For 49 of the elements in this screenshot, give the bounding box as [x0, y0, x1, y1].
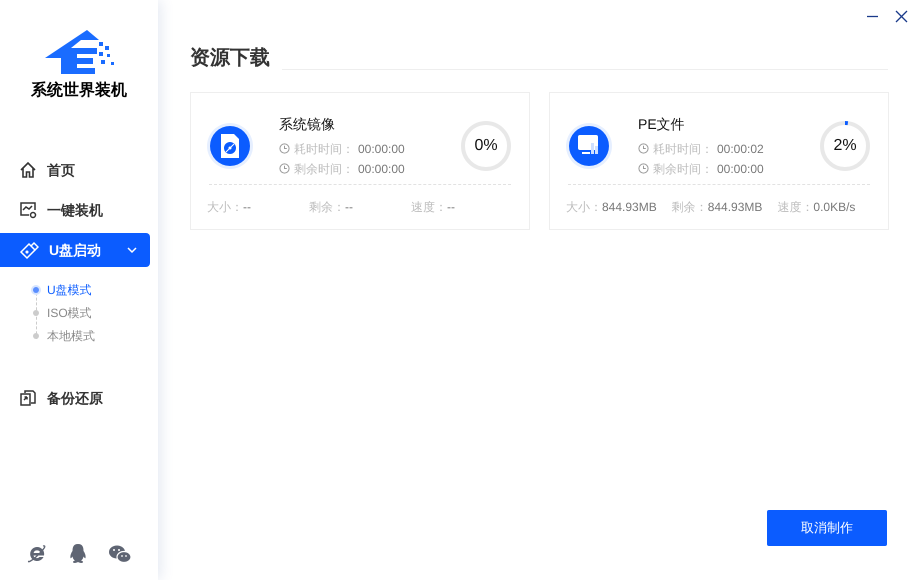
home-icon [19, 161, 37, 179]
left-value: 844.93MB [708, 199, 762, 216]
speed-value: 0.0KB/s [813, 199, 856, 216]
left-label: 剩余： [672, 199, 708, 216]
percent-text: 0% [474, 136, 498, 156]
remaining-label: 剩余时间： [294, 160, 354, 178]
monitor-chart-icon [566, 123, 612, 170]
clock-icon [638, 163, 649, 174]
left-label: 剩余： [309, 199, 345, 216]
remaining-label: 剩余时间： [653, 160, 713, 178]
speed-label: 速度： [777, 199, 814, 216]
clock-icon [279, 163, 290, 174]
sidebar-item[interactable]: U盘启动 [0, 233, 150, 267]
elapsed-time: 00:00:00 [358, 140, 405, 158]
file-name: 系统镜像 [279, 114, 336, 134]
clock-icon [279, 143, 290, 154]
browser-e-icon[interactable] [26, 543, 48, 565]
size-label: 大小： [566, 199, 602, 216]
remaining-time: 00:00:00 [717, 160, 764, 178]
disc-file-icon [207, 123, 253, 170]
logo-text: 系统世界装机 [31, 79, 127, 101]
percent-text: 2% [833, 136, 857, 156]
file-name: PE文件 [638, 114, 686, 134]
speed-label: 速度： [411, 199, 447, 216]
progress-ring [818, 119, 872, 174]
sidebar-item[interactable]: 一键装机 [0, 193, 158, 227]
remaining-time: 00:00:00 [358, 160, 405, 178]
size-value: -- [243, 199, 251, 216]
size-label: 大小： [207, 199, 243, 216]
penguin-icon[interactable] [68, 543, 88, 565]
restore-icon [19, 389, 37, 407]
submenu-item[interactable]: ISO模式 [33, 301, 158, 324]
clock-icon [638, 143, 649, 154]
left-value: -- [345, 199, 353, 216]
usb-drive-icon [19, 240, 39, 260]
submenu-item[interactable]: U盘模式 [33, 278, 158, 301]
elapsed-label: 耗时时间： [294, 140, 354, 158]
chat-bubbles-icon[interactable] [108, 544, 132, 564]
sidebar-item[interactable]: 备份还原 [0, 381, 158, 415]
speed-value: -- [447, 199, 455, 216]
elapsed-label: 耗时时间： [653, 140, 713, 158]
sidebar-item[interactable]: 首页 [0, 153, 158, 187]
close-icon[interactable] [895, 10, 908, 23]
monitor-gear-icon [19, 201, 37, 219]
size-value: 844.93MB [602, 199, 657, 216]
page-title: 资源下载 [190, 46, 270, 71]
cancel-button[interactable]: 取消制作 [767, 510, 887, 546]
elapsed-time: 00:00:02 [717, 140, 764, 158]
submenu-item[interactable]: 本地模式 [33, 324, 158, 347]
